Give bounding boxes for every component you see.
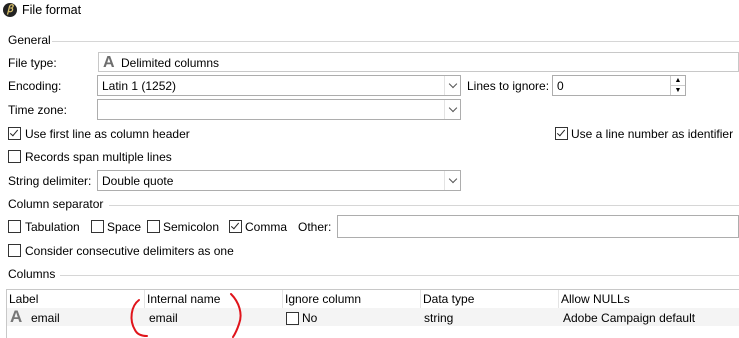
header-allow-nulls[interactable]: Allow NULLs <box>561 292 630 306</box>
records-span-label: Records span multiple lines <box>25 150 172 164</box>
records-span-checkbox[interactable] <box>8 150 21 163</box>
column-divider <box>282 290 283 308</box>
comma-checkbox[interactable] <box>229 220 242 233</box>
line-number-identifier-checkbox[interactable] <box>555 127 568 140</box>
columns-divider <box>60 275 739 276</box>
semicolon-checkbox[interactable] <box>147 220 160 233</box>
column-divider <box>420 290 421 308</box>
space-label: Space <box>107 220 142 234</box>
adobe-campaign-icon: ꞵ <box>3 3 17 17</box>
encoding-select[interactable]: Latin 1 (1252) <box>97 75 461 96</box>
file-type-selector[interactable]: A Delimited columns <box>98 52 739 72</box>
row-data-type: string <box>424 311 454 325</box>
use-first-line-checkbox[interactable] <box>8 127 21 140</box>
other-label: Other: <box>298 220 332 234</box>
semicolon-label: Semicolon <box>163 220 220 234</box>
general-divider <box>52 41 739 42</box>
tabulation-label: Tabulation <box>25 220 80 234</box>
row-allow-nulls: Adobe Campaign default <box>563 311 696 325</box>
file-type-value: Delimited columns <box>121 56 220 70</box>
row-ignore-checkbox[interactable] <box>286 312 299 325</box>
red-annotation-marks <box>130 293 242 338</box>
other-separator-input[interactable] <box>337 215 739 238</box>
header-data-type[interactable]: Data type <box>423 292 474 306</box>
space-checkbox[interactable] <box>91 220 104 233</box>
time-zone-label: Time zone: <box>8 103 67 117</box>
string-delimiter-value: Double quote <box>102 174 174 188</box>
string-delimiter-select[interactable]: Double quote <box>97 170 461 191</box>
consecutive-delimiters-label: Consider consecutive delimiters as one <box>25 244 234 258</box>
tabulation-checkbox[interactable] <box>8 220 21 233</box>
encoding-label: Encoding: <box>8 79 62 93</box>
consecutive-delimiters-checkbox[interactable] <box>8 244 21 257</box>
title-bar <box>0 0 739 22</box>
text-a-icon: A <box>10 307 23 326</box>
comma-label: Comma <box>245 220 288 234</box>
chevron-down-icon[interactable] <box>444 171 460 190</box>
row-label: email <box>31 311 60 325</box>
file-type-label: File type: <box>8 56 57 70</box>
string-delimiter-label: String delimiter: <box>8 174 92 188</box>
general-section-label: General <box>8 33 51 47</box>
lines-to-ignore-input[interactable]: 0 ▲ ▼ <box>552 75 686 96</box>
window-title: File format <box>22 3 82 17</box>
chevron-down-icon[interactable] <box>444 100 460 119</box>
columns-section-label: Columns <box>8 267 56 281</box>
text-a-icon: A <box>103 54 115 71</box>
use-first-line-label: Use first line as column header <box>25 127 190 141</box>
column-separator-section-label: Column separator <box>8 197 104 211</box>
header-label[interactable]: Label <box>9 292 38 306</box>
header-ignore-column[interactable]: Ignore column <box>285 292 361 306</box>
lines-to-ignore-value: 0 <box>557 79 564 93</box>
encoding-value: Latin 1 (1252) <box>102 79 177 93</box>
lines-to-ignore-label: Lines to ignore: <box>467 79 550 93</box>
row-ignore-label: No <box>302 311 318 325</box>
line-number-identifier-label: Use a line number as identifier <box>571 127 734 141</box>
chevron-down-icon[interactable] <box>444 76 460 95</box>
column-separator-divider <box>109 205 739 206</box>
spin-up-icon[interactable]: ▲ <box>670 76 685 86</box>
spin-down-icon[interactable]: ▼ <box>670 86 685 95</box>
column-divider <box>558 290 559 308</box>
time-zone-select[interactable] <box>97 99 461 120</box>
